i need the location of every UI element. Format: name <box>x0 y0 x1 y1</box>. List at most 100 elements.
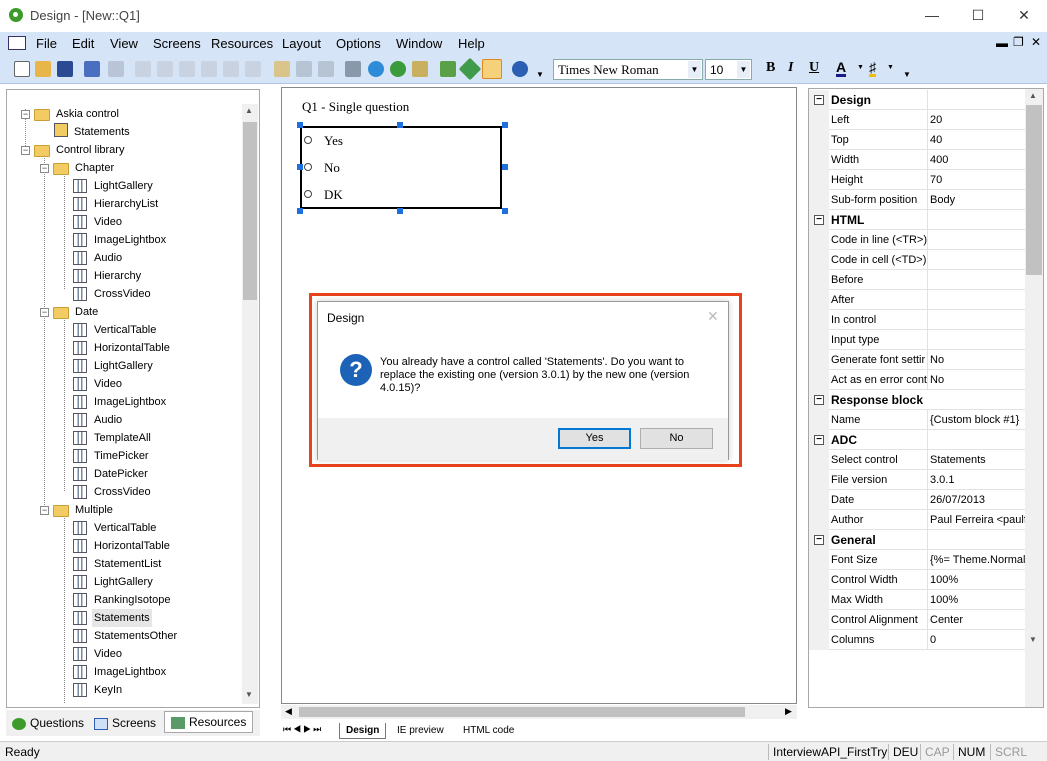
page-icon[interactable] <box>274 61 290 77</box>
tree-item[interactable]: StatementList <box>94 555 161 573</box>
tab-nav-icon[interactable]: ⏮◀▶⏭ <box>283 724 323 735</box>
prop-row[interactable]: Date 26/07/2013 <box>809 490 1027 510</box>
tree-scroll-thumb[interactable] <box>243 122 257 300</box>
collapse-icon[interactable]: − <box>814 435 824 445</box>
grid-icon[interactable] <box>345 61 361 77</box>
tree-node-multiple[interactable]: Multiple <box>75 501 113 519</box>
prop-row[interactable]: Max Width 100% <box>809 590 1027 610</box>
tab-design[interactable]: Design <box>339 723 387 739</box>
prop-row[interactable]: Sub-form position Body <box>809 190 1027 210</box>
resize-handle[interactable] <box>297 164 303 170</box>
collapse-icon[interactable]: − <box>40 308 49 317</box>
prop-value[interactable]: {%= Theme.NormalF <box>927 550 1027 570</box>
tree-item[interactable]: Audio <box>94 411 122 429</box>
undo-icon[interactable] <box>84 61 100 77</box>
open-icon[interactable] <box>35 61 51 77</box>
minimize-button[interactable]: — <box>909 0 955 30</box>
prop-value[interactable]: 100% <box>927 590 1027 610</box>
chevron-down-icon[interactable]: ▼ <box>688 61 701 78</box>
resize-handle[interactable] <box>502 208 508 214</box>
chevron-down-icon[interactable]: ▼ <box>737 61 750 78</box>
same-width-icon[interactable] <box>296 61 312 77</box>
tree-item[interactable]: LightGallery <box>94 573 153 591</box>
menu-file[interactable]: File <box>36 36 57 51</box>
tree-node-chapter[interactable]: Chapter <box>75 159 114 177</box>
prop-row[interactable]: Left 20 <box>809 110 1027 130</box>
help-icon[interactable] <box>512 61 528 77</box>
close-button[interactable]: ✕ <box>1001 0 1047 30</box>
chevron-down-icon[interactable]: ▼ <box>857 64 864 71</box>
underline-button[interactable]: U <box>809 60 819 76</box>
tree-item[interactable]: HorizontalTable <box>94 537 170 555</box>
same-height-icon[interactable] <box>318 61 334 77</box>
radio-icon[interactable] <box>304 190 312 198</box>
resize-handle[interactable] <box>502 122 508 128</box>
tree-item[interactable]: TimePicker <box>94 447 149 465</box>
prop-row[interactable]: In control <box>809 310 1027 330</box>
prop-row[interactable]: Height 70 <box>809 170 1027 190</box>
prop-row[interactable]: After <box>809 290 1027 310</box>
prop-value[interactable]: No <box>927 370 1027 390</box>
bold-button[interactable]: B <box>766 60 775 76</box>
tree-item[interactable]: Audio <box>94 249 122 267</box>
toolbar-overflow-icon[interactable]: ▼ <box>903 70 911 79</box>
collapse-icon[interactable]: − <box>814 535 824 545</box>
prop-value[interactable] <box>927 230 1027 250</box>
new-icon[interactable] <box>14 61 30 77</box>
tree-node-control-library[interactable]: Control library <box>56 141 124 159</box>
menu-resources[interactable]: Resources <box>211 36 273 51</box>
prop-row[interactable]: File version 3.0.1 <box>809 470 1027 490</box>
tree-item[interactable]: RankingIsotope <box>94 591 170 609</box>
align-center-icon[interactable] <box>157 61 173 77</box>
document-icon[interactable] <box>8 36 26 50</box>
scroll-down-icon[interactable]: ▼ <box>245 690 253 699</box>
mdi-close-icon[interactable]: ✕ <box>1031 35 1041 49</box>
prop-category-response-block[interactable]: − Response block <box>809 390 1027 410</box>
tree-item[interactable]: TemplateAll <box>94 429 151 447</box>
tree-item[interactable]: Video <box>94 375 122 393</box>
tree-item[interactable]: DatePicker <box>94 465 148 483</box>
yes-button[interactable]: Yes <box>558 428 631 449</box>
preview-icon[interactable] <box>482 59 502 79</box>
prop-value[interactable] <box>927 330 1027 350</box>
tab-questions[interactable]: Questions <box>12 713 84 733</box>
prop-row[interactable]: Columns 0 <box>809 630 1027 650</box>
prop-row[interactable]: Control Width 100% <box>809 570 1027 590</box>
prop-value[interactable] <box>927 270 1027 290</box>
no-button[interactable]: No <box>640 428 713 449</box>
prop-value[interactable]: No <box>927 350 1027 370</box>
prop-value[interactable]: 3.0.1 <box>927 470 1027 490</box>
prop-category-adc[interactable]: − ADC <box>809 430 1027 450</box>
italic-button[interactable]: I <box>788 60 793 76</box>
canvas-hscroll-thumb[interactable] <box>299 707 745 717</box>
tree-node-askia-control[interactable]: Askia control <box>56 105 119 123</box>
collapse-icon[interactable]: − <box>21 146 30 155</box>
ie-icon[interactable] <box>368 61 384 77</box>
prop-value[interactable]: 100% <box>927 570 1027 590</box>
resize-handle[interactable] <box>502 164 508 170</box>
prop-value[interactable]: 0 <box>927 630 1027 650</box>
prop-row[interactable]: Code in cell (<TD>) <box>809 250 1027 270</box>
collapse-icon[interactable]: − <box>814 215 824 225</box>
prop-row[interactable]: Input type <box>809 330 1027 350</box>
prop-category-html[interactable]: − HTML <box>809 210 1027 230</box>
prop-value[interactable]: Statements <box>927 450 1027 470</box>
menu-options[interactable]: Options <box>336 36 381 51</box>
prop-row[interactable]: Author Paul Ferreira <paulf@ <box>809 510 1027 530</box>
resize-handle[interactable] <box>397 122 403 128</box>
font-size-select[interactable]: 10 ▼ <box>705 59 752 80</box>
tree-item[interactable]: VerticalTable <box>94 519 156 537</box>
menu-screens[interactable]: Screens <box>153 36 201 51</box>
prop-value[interactable]: 400 <box>927 150 1027 170</box>
prop-value[interactable]: 40 <box>927 130 1027 150</box>
resize-handle[interactable] <box>397 208 403 214</box>
prop-value[interactable]: Body <box>927 190 1027 210</box>
prop-value[interactable]: Paul Ferreira <paulf@ <box>927 510 1027 530</box>
scroll-up-icon[interactable]: ▲ <box>1029 91 1037 100</box>
tree-item-selected[interactable]: Statements <box>92 609 152 627</box>
collapse-icon[interactable]: − <box>40 506 49 515</box>
collapse-icon[interactable]: − <box>814 395 824 405</box>
prop-category-design[interactable]: − Design <box>809 90 1027 110</box>
properties-scroll-thumb[interactable] <box>1026 105 1042 275</box>
collapse-icon[interactable]: − <box>40 164 49 173</box>
